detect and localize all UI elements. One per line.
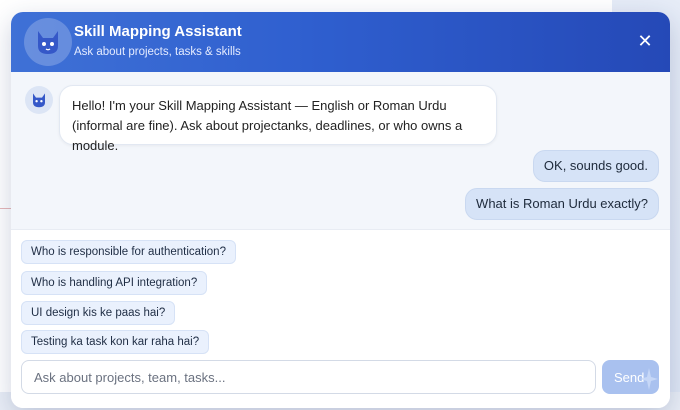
- header-text: Skill Mapping Assistant Ask about projec…: [74, 22, 242, 60]
- close-button[interactable]: ✕: [636, 30, 654, 52]
- message-input[interactable]: [21, 360, 596, 394]
- suggestion-chip[interactable]: UI design kis ke paas hai?: [21, 301, 176, 325]
- composer: Send: [11, 356, 670, 408]
- suggestion-chip[interactable]: Who is handling API integration?: [21, 271, 208, 295]
- bot-message: Hello! I'm your Skill Mapping Assistant …: [59, 85, 497, 153]
- suggestion-chip[interactable]: Who is responsible for authentication?: [21, 240, 236, 264]
- suggestion-chip[interactable]: Testing ka task kon kar raha hai?: [21, 330, 210, 354]
- suggestion-list: Who is responsible for authentication? W…: [11, 229, 670, 356]
- user-message: What is Roman Urdu exactly?: [465, 188, 659, 220]
- chat-title: Skill Mapping Assistant: [74, 23, 242, 40]
- bot-avatar-icon: [25, 86, 53, 114]
- chat-header: Skill Mapping Assistant Ask about projec…: [11, 12, 670, 72]
- user-message: OK, sounds good.: [532, 150, 659, 182]
- message-list: Hello! I'm your Skill Mapping Assistant …: [11, 72, 670, 229]
- chat-subtitle: Ask about projects, tasks & skills: [74, 46, 241, 58]
- chat-widget: Skill Mapping Assistant Ask about projec…: [11, 12, 670, 408]
- cat-bot-icon: [24, 18, 72, 66]
- close-icon: ✕: [637, 31, 653, 51]
- sparkle-icon: [640, 368, 658, 390]
